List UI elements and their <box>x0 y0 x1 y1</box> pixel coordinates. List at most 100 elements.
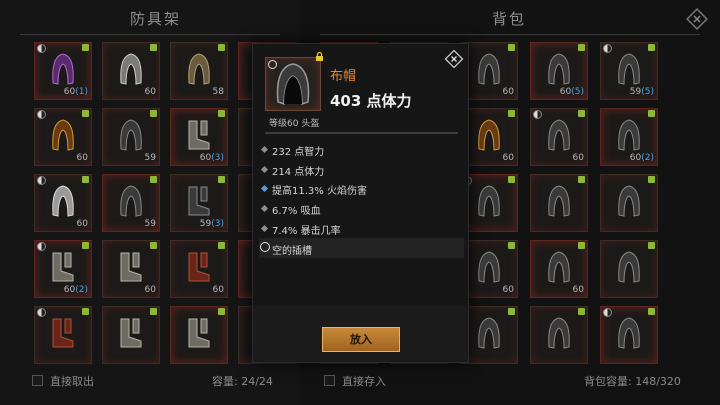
inventory-slot[interactable]: 60 <box>34 174 92 232</box>
inventory-slot[interactable] <box>530 174 588 232</box>
yin-yang-icon <box>37 176 46 185</box>
level-number: 60 <box>572 153 584 163</box>
lock-icon <box>218 242 225 249</box>
lock-icon <box>508 176 515 183</box>
item-count: (3) <box>211 219 224 229</box>
inventory-slot[interactable]: 60(2) <box>34 240 92 298</box>
item-tooltip: 布帽 403 点体力 等级60 头盔 232 点智力 214 点体力 提高11.… <box>252 43 469 363</box>
inventory-slot[interactable]: 60 <box>34 108 92 166</box>
inventory-slot[interactable]: 60 <box>530 108 588 166</box>
stat-row: 7.4% 暴击几率 <box>259 218 464 238</box>
lock-icon <box>150 242 157 249</box>
level-number: 60 <box>63 87 76 97</box>
store-label[interactable]: 直接存入 <box>342 373 386 389</box>
stat-text: 214 点体力 <box>272 167 325 178</box>
stat-row: 232 点智力 <box>259 139 464 159</box>
inventory-slot[interactable]: 59(5) <box>600 42 658 100</box>
tooltip-divider <box>265 132 458 134</box>
item-level: 59 <box>145 153 156 163</box>
cloth-boots-icon <box>52 252 74 282</box>
dark-hood-icon <box>548 317 570 349</box>
yin-yang-icon <box>37 110 46 119</box>
inventory-slot[interactable]: 58 <box>170 42 228 100</box>
item-count: (5) <box>641 87 654 97</box>
socket-ring-icon <box>260 242 270 252</box>
inventory-slot[interactable] <box>600 240 658 298</box>
inventory-slot[interactable]: 59(3) <box>170 174 228 232</box>
yin-yang-icon <box>603 44 612 53</box>
lock-icon <box>578 44 585 51</box>
item-main-stat: 403 点体力 <box>330 92 412 110</box>
level-number: 60 <box>502 153 514 163</box>
dark-hood-icon <box>548 185 570 217</box>
inventory-slot[interactable] <box>102 306 160 364</box>
inventory-slot[interactable]: 60(3) <box>170 108 228 166</box>
inventory-slot[interactable] <box>170 306 228 364</box>
lock-icon <box>150 44 157 51</box>
item-level: 59 <box>145 219 156 229</box>
cloth-gloves-icon <box>188 318 210 348</box>
dark-hood-icon <box>618 53 640 85</box>
store-checkbox[interactable] <box>324 375 335 386</box>
title-divider <box>320 34 700 35</box>
diamond-bullet-icon <box>260 204 269 213</box>
inventory-slot[interactable]: 59 <box>102 174 160 232</box>
put-in-button[interactable]: 放入 <box>322 327 400 352</box>
inventory-slot[interactable]: 59 <box>102 108 160 166</box>
item-level: 58 <box>213 87 224 97</box>
take-out-label[interactable]: 直接取出 <box>50 373 94 389</box>
level-number: 60 <box>144 285 156 295</box>
inventory-slot[interactable] <box>34 306 92 364</box>
empty-socket-row: 空的插槽 <box>259 238 464 258</box>
level-number: 59 <box>144 219 156 229</box>
lock-icon <box>648 176 655 183</box>
diamond-bullet-icon <box>260 145 269 154</box>
diamond-bullet-icon <box>260 165 269 174</box>
stat-text: 提高11.3% 火焰伤害 <box>272 186 367 197</box>
item-level: 60 <box>77 153 88 163</box>
item-level: 60(1) <box>64 87 88 97</box>
inventory-slot[interactable]: 60(2) <box>600 108 658 166</box>
dark-hood-icon <box>120 119 142 151</box>
tooltip-close-button[interactable] <box>444 49 464 69</box>
lock-icon <box>82 308 89 315</box>
lock-icon <box>150 308 157 315</box>
item-icon-frame <box>265 57 321 111</box>
inventory-slot[interactable]: 60(1) <box>34 42 92 100</box>
take-out-checkbox[interactable] <box>32 375 43 386</box>
inventory-slot[interactable] <box>600 306 658 364</box>
inventory-slot[interactable]: 60 <box>102 240 160 298</box>
lock-icon <box>508 44 515 51</box>
inventory-slot[interactable]: 60(5) <box>530 42 588 100</box>
item-level: 60 <box>503 87 514 97</box>
lock-icon <box>578 308 585 315</box>
lock-icon <box>508 242 515 249</box>
inventory-slot[interactable] <box>530 306 588 364</box>
close-icon <box>444 49 464 69</box>
inventory-slot[interactable]: 60 <box>102 42 160 100</box>
inventory-slot[interactable]: 60 <box>530 240 588 298</box>
yin-yang-icon <box>533 110 542 119</box>
dark-hood-icon <box>478 185 500 217</box>
lock-icon <box>218 110 225 117</box>
item-level: 60 <box>573 285 584 295</box>
lock-icon <box>578 110 585 117</box>
dark-hood-icon <box>478 53 500 85</box>
stat-text: 7.4% 暴击几率 <box>272 226 341 237</box>
level-number: 60 <box>502 87 514 97</box>
inventory-slot[interactable] <box>600 174 658 232</box>
level-number: 60 <box>559 87 572 97</box>
lock-icon <box>218 44 225 51</box>
level-number: 60 <box>502 285 514 295</box>
level-number: 60 <box>629 153 642 163</box>
level-number: 60 <box>76 153 88 163</box>
item-count: (2) <box>641 153 654 163</box>
item-level: 60 <box>503 285 514 295</box>
inventory-slot[interactable]: 60 <box>170 240 228 298</box>
lock-icon[interactable] <box>315 52 324 61</box>
stat-row: 6.7% 吸血 <box>259 198 464 218</box>
lock-icon <box>150 176 157 183</box>
cloth-boots-icon <box>120 318 142 348</box>
close-button[interactable] <box>686 8 708 30</box>
lock-icon <box>82 44 89 51</box>
